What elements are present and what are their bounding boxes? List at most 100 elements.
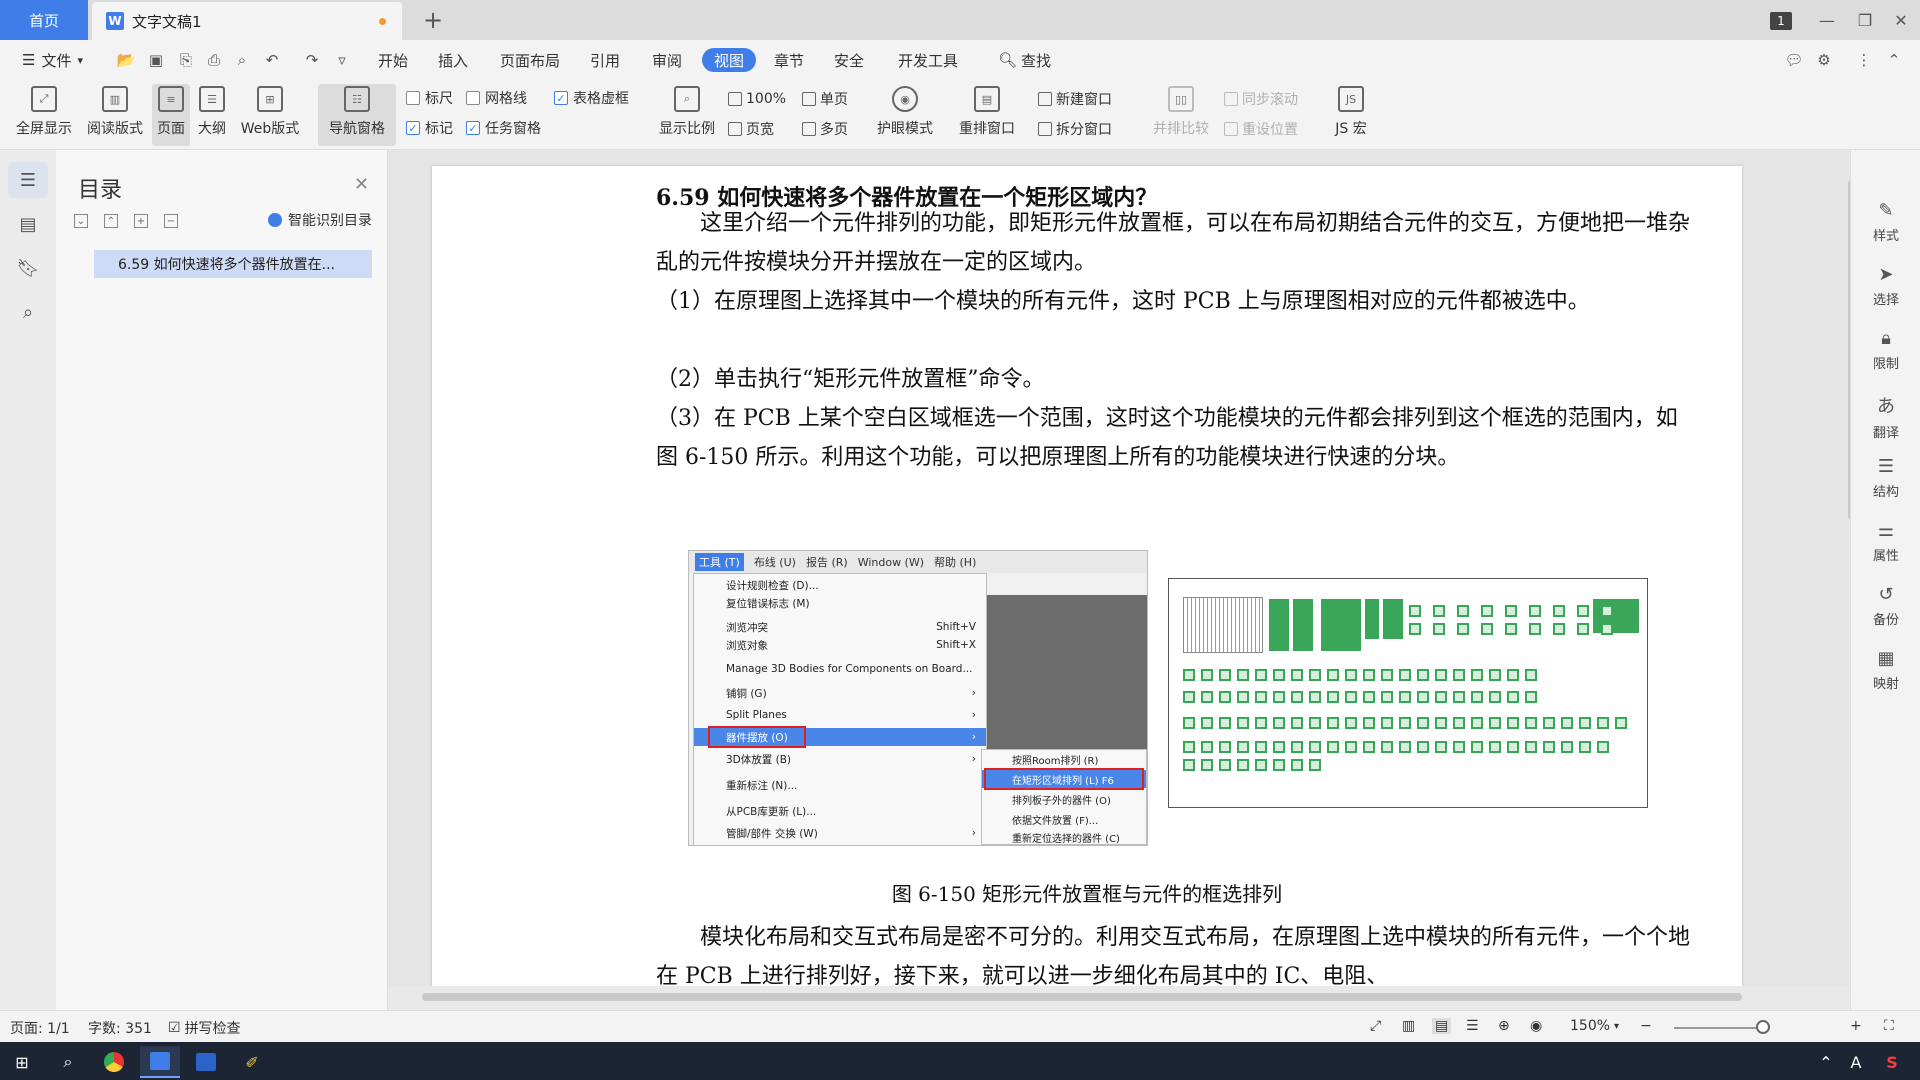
toc-item[interactable]: 6.59 如何快速将多个器件放置在... — [94, 250, 372, 278]
page-width-button[interactable]: 页宽 — [728, 118, 774, 140]
page-view-button[interactable]: ≡ 页面 — [152, 84, 190, 146]
spell-check-button[interactable]: ☑ 拼写检查 — [168, 1018, 241, 1038]
ime-icon[interactable]: A — [1836, 1046, 1876, 1078]
multi-page-button[interactable]: 多页 — [802, 118, 848, 140]
eye-mode-icon[interactable]: ◉ — [1530, 1018, 1542, 1034]
menu-chapter[interactable]: 章节 — [766, 48, 812, 72]
zoom-out-icon[interactable]: − — [1640, 1018, 1652, 1034]
file-menu[interactable]: ☰ 文件 ▾ — [14, 48, 91, 72]
collapse-all-icon[interactable]: ⌃ — [104, 214, 118, 228]
windows-start-icon[interactable]: ⊞ — [2, 1046, 42, 1078]
new-window-button[interactable]: 新建窗口 — [1038, 88, 1112, 110]
table-grid-checkbox[interactable]: ✓ 表格虚框 — [554, 88, 629, 108]
outline-view-button[interactable]: ☰ 大纲 — [194, 84, 230, 146]
bookmark-icon[interactable]: 🔖︎ — [8, 250, 48, 286]
redo-icon[interactable]: ↷ — [302, 50, 322, 70]
single-page-button[interactable]: 单页 — [802, 88, 848, 110]
save-icon[interactable]: ▣ — [146, 50, 166, 70]
rearrange-window-button[interactable]: ▤ 重排窗口 — [952, 84, 1022, 146]
app-icon[interactable] — [186, 1046, 226, 1078]
menu-developer[interactable]: 开发工具 — [890, 48, 966, 72]
eye-mode-button[interactable]: ◉ 护眼模式 — [870, 84, 940, 146]
page-count[interactable]: 页面: 1/1 — [10, 1018, 70, 1038]
print-preview-icon[interactable]: ⌕ — [232, 50, 252, 70]
zoom-dropdown[interactable]: 150% ▾ — [1570, 1018, 1619, 1034]
customize-chevron-icon[interactable]: ▿ — [332, 50, 352, 70]
undo-icon[interactable]: ↶ — [262, 50, 282, 70]
remove-heading-icon[interactable]: − — [164, 214, 178, 228]
fullscreen-button[interactable]: ⤢ 全屏显示 — [12, 84, 76, 146]
new-tab-button[interactable]: + — [418, 4, 448, 36]
backup-button[interactable]: ↺ 备份 — [1851, 584, 1920, 628]
zoom-slider-knob[interactable] — [1756, 1020, 1770, 1034]
tab-home[interactable]: 首页 — [0, 0, 88, 40]
marks-checkbox[interactable]: ✓ 标记 — [406, 118, 453, 138]
document-page[interactable]: 6.59 如何快速将多个器件放置在一个矩形区域内？ 这里介绍一个元件排列的功能，… — [432, 166, 1742, 986]
menu-references[interactable]: 引用 — [582, 48, 628, 72]
properties-button[interactable]: ⚌ 属性 — [1851, 520, 1920, 564]
add-heading-icon[interactable]: + — [134, 214, 148, 228]
js-macro-button[interactable]: JS JS 宏 — [1324, 84, 1378, 146]
close-icon[interactable]: ✕ — [354, 174, 369, 195]
page-thumbnail-icon[interactable]: ▤ — [8, 206, 48, 242]
horizontal-scrollbar[interactable] — [410, 990, 1840, 1004]
smart-toc-button[interactable]: 智能识别目录 — [268, 210, 372, 230]
side-by-side-button[interactable]: ▯▯ 并排比较 — [1146, 84, 1216, 146]
search-button[interactable]: 🔍︎ 查找 — [990, 48, 1059, 72]
zoom-in-icon[interactable]: + — [1850, 1018, 1862, 1034]
search-icon[interactable]: ⌕ — [48, 1046, 88, 1078]
menu-start[interactable]: 开始 — [370, 48, 416, 72]
structure-button[interactable]: ☰ 结构 — [1851, 456, 1920, 500]
reading-mode-button[interactable]: ▥ 阅读版式 — [82, 84, 148, 146]
web-view-button[interactable]: ⊞ Web版式 — [236, 84, 304, 146]
zoom-100-button[interactable]: 100% — [728, 88, 786, 110]
task-pane-checkbox[interactable]: ✓ 任务窗格 — [466, 118, 541, 138]
web-view-icon[interactable]: ⊕ — [1498, 1018, 1510, 1034]
menu-page-layout[interactable]: 页面布局 — [492, 48, 568, 72]
page-view-icon[interactable]: ▤ — [1432, 1018, 1452, 1034]
word-count[interactable]: 字数: 351 — [88, 1018, 152, 1038]
collapse-ribbon-icon[interactable]: ⌃ — [1884, 50, 1904, 70]
expand-all-icon[interactable]: ⌄ — [74, 214, 88, 228]
format-painter-icon[interactable]: ⎘ — [176, 50, 196, 70]
horizontal-scroll-thumb[interactable] — [422, 993, 1742, 1001]
pcb-component — [1417, 717, 1429, 729]
gear-icon[interactable]: ⚙ — [1814, 50, 1834, 70]
select-button[interactable]: ➤ 选择 — [1851, 264, 1920, 308]
close-window-icon[interactable]: ✕ — [1884, 6, 1918, 34]
comment-icon[interactable]: 💬︎ — [1784, 50, 1804, 70]
restore-icon[interactable]: ❐ — [1848, 6, 1882, 34]
pcb-component — [1453, 669, 1465, 681]
outline-view-icon[interactable]: ☰ — [1466, 1018, 1479, 1034]
display-ratio-button[interactable]: ⌕ 显示比例 — [656, 84, 718, 146]
fullscreen-small-icon[interactable]: ⤢ — [1370, 1018, 1381, 1034]
toc-icon[interactable]: ☰ — [8, 162, 48, 198]
mapping-button[interactable]: ▦ 映射 — [1851, 648, 1920, 692]
restrict-button[interactable]: 🔒︎ 限制 — [1851, 328, 1920, 372]
fit-window-icon[interactable]: ⛶ — [1884, 1018, 1894, 1034]
menu-review[interactable]: 审阅 — [644, 48, 690, 72]
more-icon[interactable]: ⋮ — [1854, 50, 1874, 70]
wps-writer-icon[interactable] — [140, 1046, 180, 1078]
window-count-badge[interactable]: 1 — [1770, 12, 1792, 30]
sync-scroll-button[interactable]: 同步滚动 — [1224, 88, 1298, 110]
open-icon[interactable]: 📂 — [116, 50, 136, 70]
find-icon[interactable]: ⌕ — [8, 294, 48, 330]
menu-security[interactable]: 安全 — [826, 48, 872, 72]
reading-view-icon[interactable]: ▥ — [1402, 1018, 1415, 1034]
pen-app-icon[interactable]: ✐ — [232, 1046, 272, 1078]
tab-document[interactable]: W 文字文稿1 — [92, 2, 402, 40]
reset-position-button[interactable]: 重设位置 — [1224, 118, 1298, 140]
minimize-icon[interactable]: — — [1810, 6, 1844, 34]
print-icon[interactable]: ⎙ — [204, 50, 224, 70]
nav-pane-button[interactable]: ☷ 导航窗格 — [318, 84, 396, 146]
menu-insert[interactable]: 插入 — [430, 48, 476, 72]
style-button[interactable]: ✎ 样式 — [1851, 200, 1920, 244]
chrome-icon[interactable] — [94, 1046, 134, 1078]
translate-button[interactable]: あ翻译 — [1851, 392, 1920, 441]
gridlines-checkbox[interactable]: 网格线 — [466, 88, 527, 108]
split-window-button[interactable]: 拆分窗口 — [1038, 118, 1112, 140]
menu-view[interactable]: 视图 — [702, 48, 757, 72]
ime-sogou-icon[interactable]: S — [1872, 1046, 1912, 1078]
ruler-checkbox[interactable]: 标尺 — [406, 88, 453, 108]
